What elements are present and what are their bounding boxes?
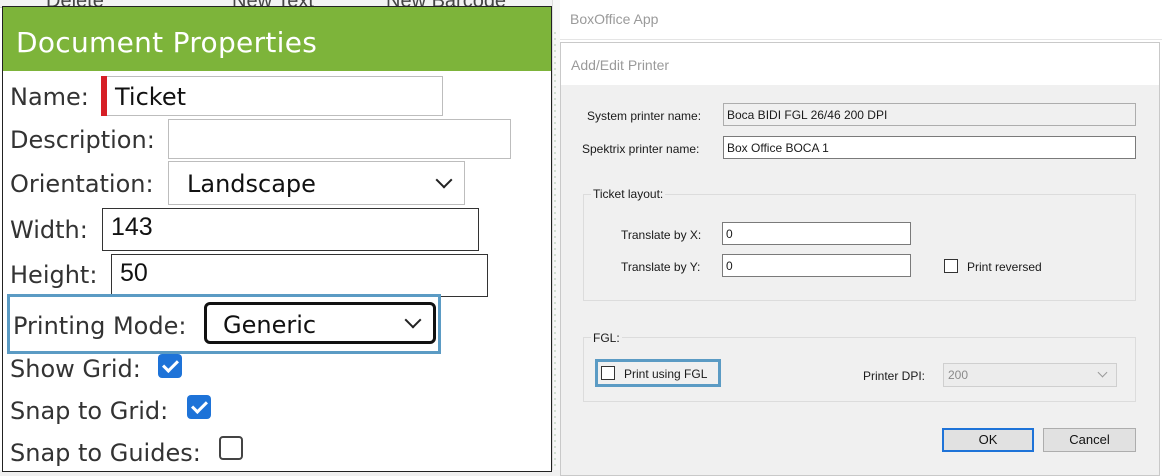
translate-y-label: Translate by Y: <box>621 260 701 274</box>
width-row: Width: <box>3 209 88 251</box>
fgl-title: FGL: <box>591 331 622 345</box>
height-row: Height: <box>3 254 97 296</box>
printer-dpi-select: 200 <box>943 363 1117 387</box>
print-fgl-label: Print using FGL <box>624 367 708 381</box>
background-grid-dots <box>552 30 560 470</box>
printing-mode-row: Printing Mode: Generic <box>7 294 441 354</box>
orientation-row: Orientation: <box>3 163 154 205</box>
printing-mode-select[interactable]: Generic <box>204 302 436 344</box>
snap-to-grid-label: Snap to Grid: <box>10 397 169 425</box>
chevron-down-icon <box>404 311 422 329</box>
panel-title: Document Properties <box>3 7 551 71</box>
snap-to-grid-checkbox[interactable] <box>187 395 211 419</box>
dialog-titlebar: Add/Edit Printer <box>561 43 1159 85</box>
print-fgl-checkbox[interactable] <box>601 366 615 380</box>
show-grid-row: Show Grid: <box>3 348 141 390</box>
snap-to-guides-row: Snap to Guides: <box>3 432 201 471</box>
translate-x-label: Translate by X: <box>621 228 702 242</box>
height-input[interactable]: 50 <box>111 254 488 297</box>
orientation-value: Landscape <box>187 170 316 198</box>
description-label: Description: <box>10 126 155 154</box>
snap-to-guides-label: Snap to Guides: <box>10 439 201 467</box>
print-reversed-checkbox[interactable] <box>944 259 958 273</box>
app-titlebar: BoxOffice App <box>560 0 1162 40</box>
spektrix-printer-input[interactable]: Box Office BOCA 1 <box>723 136 1136 159</box>
dialog-title: Add/Edit Printer <box>571 57 670 73</box>
cancel-button[interactable]: Cancel <box>1043 428 1136 452</box>
system-printer-label: System printer name: <box>587 109 702 123</box>
printer-dpi-label: Printer DPI: <box>863 369 926 383</box>
ok-button[interactable]: OK <box>942 428 1034 452</box>
width-input[interactable]: 143 <box>102 208 479 251</box>
app-title: BoxOffice App <box>570 11 659 27</box>
snap-to-guides-checkbox[interactable] <box>219 436 243 460</box>
translate-x-input[interactable]: 0 <box>722 222 911 245</box>
height-label: Height: <box>10 261 98 289</box>
snap-to-grid-row: Snap to Grid: <box>3 390 168 432</box>
description-row: Description: <box>3 119 155 161</box>
printing-mode-label: Printing Mode: <box>13 312 187 340</box>
printer-dpi-value: 200 <box>948 368 969 382</box>
printing-mode-value: Generic <box>223 311 317 339</box>
width-label: Width: <box>10 216 88 244</box>
description-input[interactable] <box>168 119 511 159</box>
ticket-layout-group <box>583 194 1136 301</box>
name-row: Name: <box>3 76 89 118</box>
name-input[interactable]: Ticket <box>107 76 443 116</box>
system-printer-field: Boca BIDI FGL 26/46 200 DPI <box>723 103 1136 126</box>
chevron-down-icon <box>435 171 453 189</box>
name-label: Name: <box>10 83 89 111</box>
translate-y-input[interactable]: 0 <box>722 254 911 277</box>
orientation-select[interactable]: Landscape <box>168 161 465 205</box>
chevron-down-icon <box>1097 367 1108 378</box>
print-reversed-label: Print reversed <box>967 260 1042 274</box>
show-grid-checkbox[interactable] <box>158 354 182 378</box>
document-properties-panel: Document Properties Name: Ticket Descrip… <box>2 6 552 472</box>
ticket-layout-title: Ticket layout: <box>591 187 666 201</box>
spektrix-printer-label: Spektrix printer name: <box>582 142 700 156</box>
show-grid-label: Show Grid: <box>10 355 141 383</box>
add-edit-printer-dialog: Add/Edit Printer System printer name: Bo… <box>560 42 1160 476</box>
orientation-label: Orientation: <box>10 170 154 198</box>
